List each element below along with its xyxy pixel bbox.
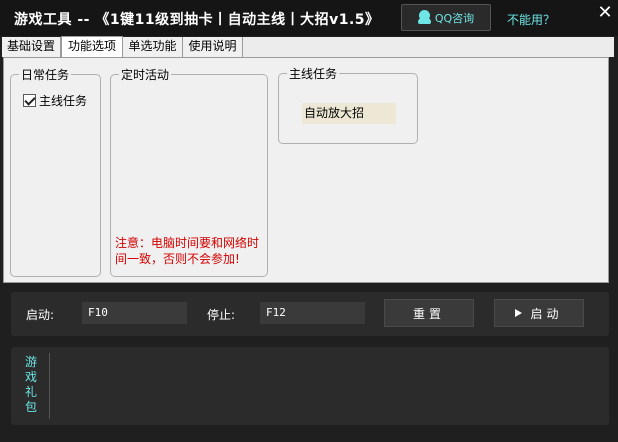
timed-events-title: 定时活动 bbox=[119, 66, 172, 83]
main-tasks-group: 主线任务 自动放大招 bbox=[278, 65, 418, 144]
stop-hotkey-label: 停止: bbox=[207, 308, 236, 322]
daily-tasks-group: 日常任务 主线任务 bbox=[10, 66, 101, 277]
tab-feature-options[interactable]: 功能选项 bbox=[61, 36, 123, 58]
title-bar[interactable]: 游戏工具 -- 《1键11级到抽卡丨自动主线丨大招v1.5》 QQ咨询 不能用？… bbox=[0, 0, 618, 36]
tab-bar: 基础设置 功能选项 单选功能 使用说明 bbox=[2, 36, 614, 58]
close-icon[interactable]: ✕ bbox=[594, 2, 616, 24]
main-task-checkbox-label: 主线任务 bbox=[39, 94, 88, 108]
cannot-use-link[interactable]: 不能用？ bbox=[507, 11, 555, 28]
gifts-divider bbox=[49, 353, 50, 419]
feature-options-panel: 日常任务 主线任务 定时活动 注意：电脑时间要和网络时间一致，否则不会参加! 主… bbox=[3, 57, 609, 283]
stop-hotkey-input[interactable]: F12 bbox=[260, 302, 365, 324]
qq-consult-button[interactable]: QQ咨询 bbox=[401, 4, 491, 31]
app-window: 游戏工具 -- 《1键11级到抽卡丨自动主线丨大招v1.5》 QQ咨询 不能用？… bbox=[0, 0, 618, 442]
window-title: 游戏工具 -- 《1键11级到抽卡丨自动主线丨大招v1.5》 bbox=[14, 12, 380, 28]
play-icon bbox=[515, 309, 523, 317]
start-button[interactable]: 启动 bbox=[494, 299, 584, 327]
main-task-checkbox[interactable] bbox=[23, 94, 36, 107]
tab-single-features[interactable]: 单选功能 bbox=[123, 37, 183, 57]
start-button-label: 启动 bbox=[530, 306, 563, 321]
main-task-checkbox-row[interactable]: 主线任务 bbox=[23, 92, 87, 109]
reset-button[interactable]: 重置 bbox=[384, 299, 474, 327]
auto-ultimate-item[interactable]: 自动放大招 bbox=[302, 103, 396, 124]
game-gifts-bar: 游戏礼包 bbox=[11, 347, 609, 425]
main-tasks-title: 主线任务 bbox=[287, 65, 340, 82]
tab-basic-settings[interactable]: 基础设置 bbox=[2, 37, 61, 57]
timed-events-group: 定时活动 注意：电脑时间要和网络时间一致，否则不会参加! bbox=[110, 66, 268, 277]
game-gifts-label[interactable]: 游戏礼包 bbox=[24, 355, 38, 415]
start-hotkey-input[interactable]: F10 bbox=[82, 302, 187, 324]
start-hotkey-label: 启动: bbox=[26, 308, 55, 322]
reset-button-label: 重置 bbox=[412, 306, 445, 321]
hotkey-bar: 启动: F10 停止: F12 重置 启动 bbox=[11, 292, 609, 336]
tab-instructions[interactable]: 使用说明 bbox=[183, 37, 243, 57]
time-sync-notice: 注意：电脑时间要和网络时间一致，否则不会参加! bbox=[115, 236, 260, 266]
qq-penguin-icon bbox=[417, 10, 431, 25]
daily-tasks-title: 日常任务 bbox=[19, 66, 72, 83]
qq-consult-label: QQ咨询 bbox=[434, 11, 475, 25]
